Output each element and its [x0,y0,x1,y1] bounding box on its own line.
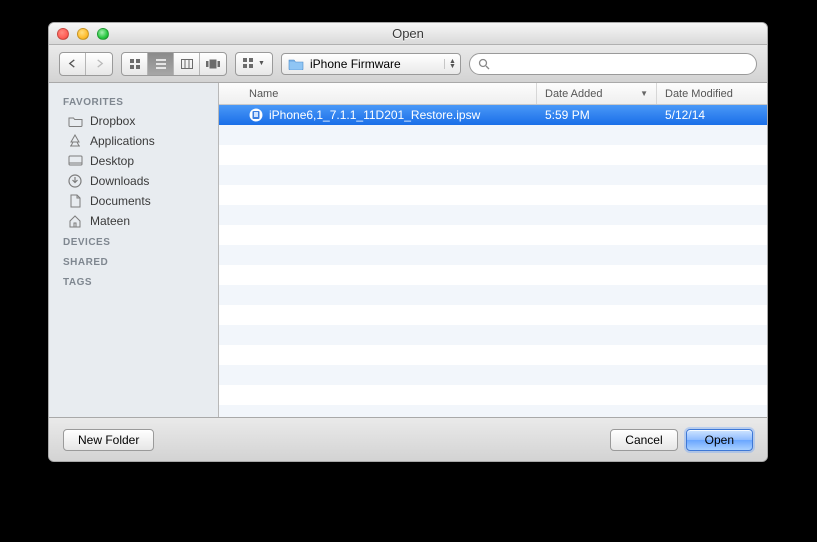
sidebar-item-desktop[interactable]: Desktop [49,151,218,171]
sidebar-section-shared: SHARED [49,251,218,271]
sidebar-item-home[interactable]: Mateen [49,211,218,231]
path-label: iPhone Firmware [310,57,401,71]
view-mode-buttons [121,52,227,76]
ipsw-file-icon [249,108,263,122]
downloads-icon [67,174,83,188]
search-input[interactable] [495,57,748,71]
path-dropdown[interactable]: iPhone Firmware ▲▼ [281,53,461,75]
sidebar-section-favorites: FAVORITES [49,91,218,111]
sidebar-item-label: Downloads [90,174,149,188]
cancel-button[interactable]: Cancel [610,429,677,451]
minimize-window-button[interactable] [77,28,89,40]
arrange-button-group: ▼ [235,52,273,76]
sidebar-item-applications[interactable]: Applications [49,131,218,151]
file-row[interactable]: iPhone6,1_7.1.1_11D201_Restore.ipsw 5:59… [219,105,767,125]
toolbar: ▼ iPhone Firmware ▲▼ [49,45,767,83]
file-list-pane: Name Date Added▼ Date Modified iPhone6,1… [219,83,767,417]
column-headers: Name Date Added▼ Date Modified [219,83,767,105]
column-view-button[interactable] [174,53,200,75]
close-window-button[interactable] [57,28,69,40]
titlebar[interactable]: Open [49,23,767,45]
sidebar: FAVORITES Dropbox Applications Desktop D… [49,83,219,417]
file-rows[interactable]: iPhone6,1_7.1.1_11D201_Restore.ipsw 5:59… [219,105,767,417]
arrange-button[interactable]: ▼ [236,53,272,75]
sidebar-item-label: Desktop [90,154,134,168]
footer: New Folder Cancel Open [49,417,767,461]
forward-button[interactable] [86,53,112,75]
search-icon [478,58,490,70]
new-folder-button[interactable]: New Folder [63,429,154,451]
row-stripes [219,105,767,417]
home-icon [67,214,83,228]
folder-icon [288,57,304,70]
sort-desc-icon: ▼ [640,89,648,98]
updown-arrows-icon: ▲▼ [444,59,456,69]
back-button[interactable] [60,53,86,75]
sidebar-section-tags: TAGS [49,271,218,291]
sidebar-item-label: Applications [90,134,155,148]
file-date-modified: 5/12/14 [657,108,767,122]
folder-icon [67,114,83,128]
column-date-modified[interactable]: Date Modified [657,83,767,104]
sidebar-item-label: Mateen [90,214,130,228]
desktop-icon [67,154,83,168]
open-dialog: Open ▼ [48,22,768,462]
nav-buttons [59,52,113,76]
body: FAVORITES Dropbox Applications Desktop D… [49,83,767,417]
sidebar-item-dropbox[interactable]: Dropbox [49,111,218,131]
window-title: Open [49,26,767,41]
sidebar-section-devices: DEVICES [49,231,218,251]
sidebar-item-downloads[interactable]: Downloads [49,171,218,191]
window-controls [49,28,109,40]
sidebar-item-documents[interactable]: Documents [49,191,218,211]
icon-view-button[interactable] [122,53,148,75]
zoom-window-button[interactable] [97,28,109,40]
sidebar-item-label: Documents [90,194,151,208]
documents-icon [67,194,83,208]
file-date-added: 5:59 PM [537,108,657,122]
open-button[interactable]: Open [686,429,753,451]
column-name[interactable]: Name [219,83,537,104]
search-field[interactable] [469,53,757,75]
file-name: iPhone6,1_7.1.1_11D201_Restore.ipsw [269,108,480,122]
sidebar-item-label: Dropbox [90,114,135,128]
coverflow-view-button[interactable] [200,53,226,75]
column-date-added[interactable]: Date Added▼ [537,83,657,104]
list-view-button[interactable] [148,53,174,75]
chevron-down-icon: ▼ [258,60,265,67]
applications-icon [67,134,83,148]
